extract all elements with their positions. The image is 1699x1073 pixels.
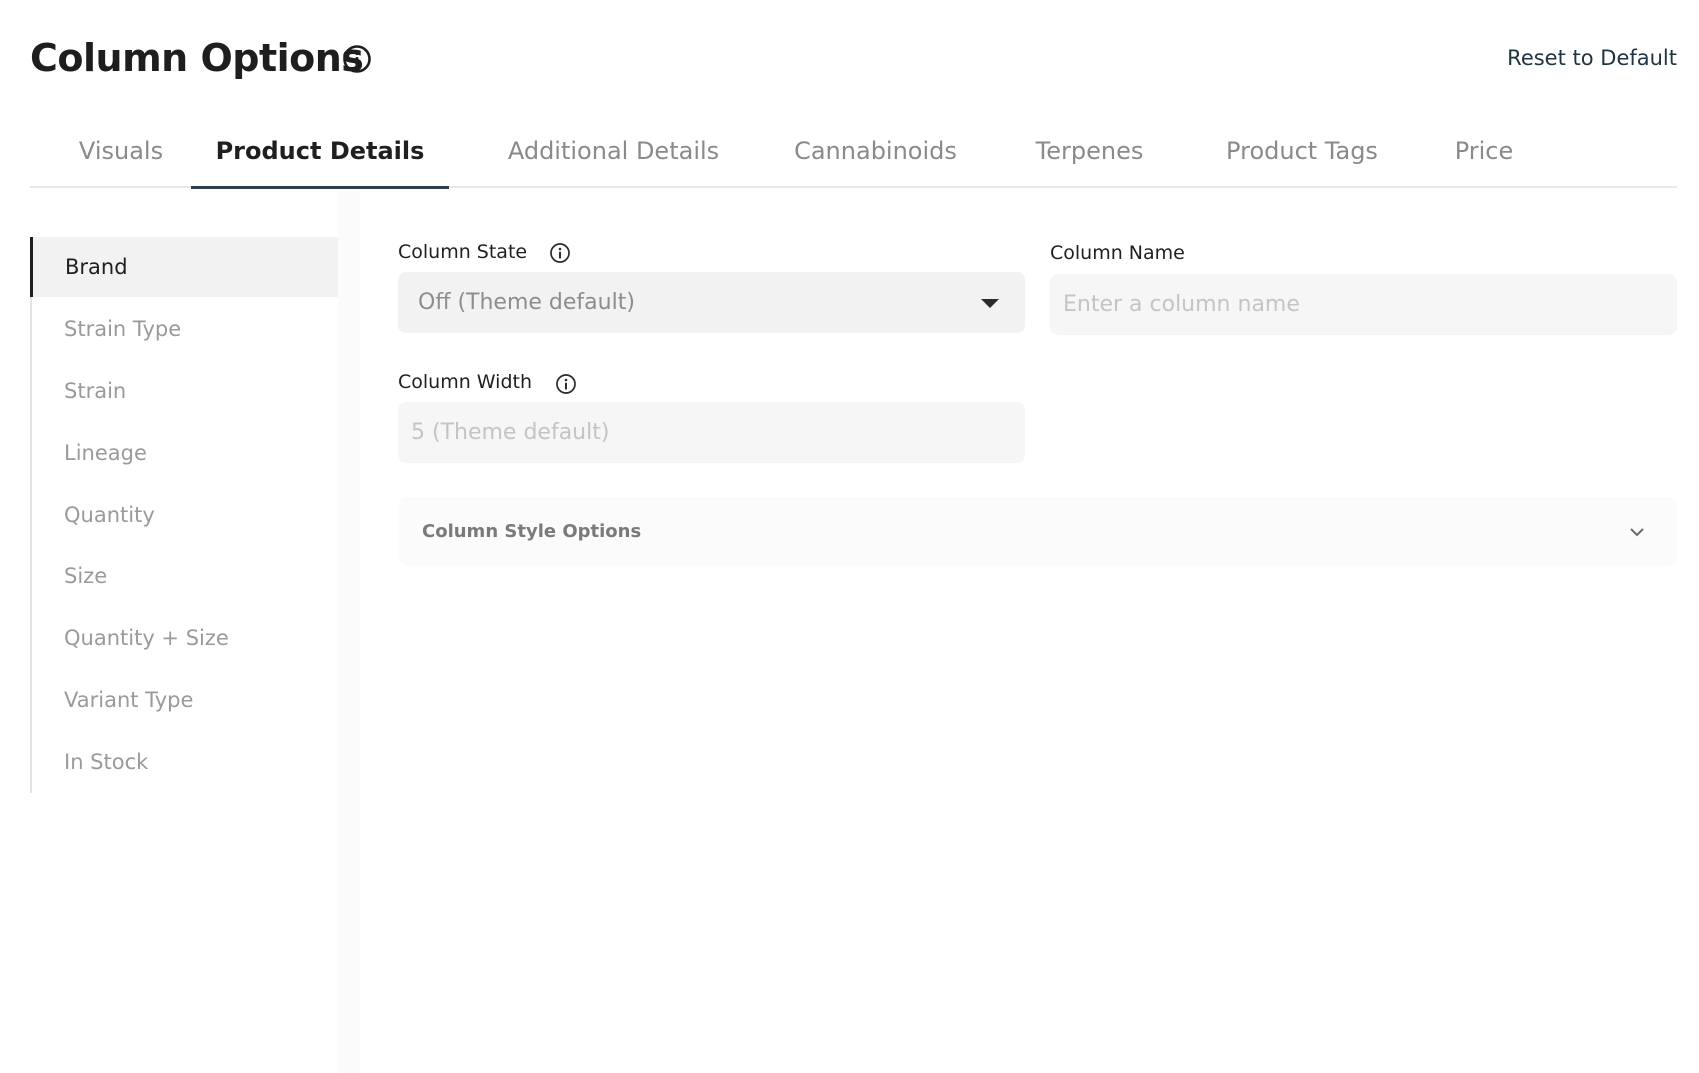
tab-price[interactable]: Price: [1436, 118, 1532, 188]
column-style-options-accordion[interactable]: Column Style Options: [398, 497, 1677, 566]
column-name-label: Column Name: [1050, 242, 1185, 264]
sidebar-item-brand[interactable]: Brand: [30, 237, 338, 297]
info-circle-icon[interactable]: [549, 242, 571, 264]
column-width-input[interactable]: [398, 402, 1025, 463]
tab-cannabinoids[interactable]: Cannabinoids: [774, 118, 977, 188]
sidebar-item-strain-type[interactable]: Strain Type: [32, 299, 340, 359]
sidebar-scroll-track: [338, 192, 360, 1073]
tab-product-tags[interactable]: Product Tags: [1201, 118, 1403, 188]
tab-additional-details[interactable]: Additional Details: [481, 118, 746, 188]
category-tabs: Visuals Product Details Additional Detai…: [30, 118, 1677, 189]
column-state-select[interactable]: Off (Theme default): [398, 272, 1025, 333]
sidebar-item-quantity-size[interactable]: Quantity + Size: [32, 608, 340, 668]
sidebar-item-variant-type[interactable]: Variant Type: [32, 670, 340, 730]
page-title: Column Options: [30, 36, 364, 80]
chevron-down-icon: [1630, 528, 1644, 537]
sidebar-item-quantity[interactable]: Quantity: [32, 485, 340, 545]
sidebar-item-lineage[interactable]: Lineage: [32, 423, 340, 483]
reset-to-default-link[interactable]: Reset to Default: [1507, 44, 1677, 72]
sidebar-item-size[interactable]: Size: [32, 546, 340, 606]
column-name-input[interactable]: [1050, 274, 1677, 335]
column-width-label: Column Width: [398, 371, 533, 393]
sidebar-item-in-stock[interactable]: In Stock: [32, 732, 340, 792]
sidebar-item-strain[interactable]: Strain: [32, 361, 340, 421]
tab-visuals[interactable]: Visuals: [66, 118, 176, 188]
column-state-value: Off (Theme default): [418, 290, 635, 315]
caret-down-icon: [981, 299, 999, 308]
page-header: Column Options Reset to Default: [30, 30, 1677, 86]
info-circle-icon[interactable]: [342, 44, 372, 74]
column-state-label: Column State: [398, 241, 528, 263]
accordion-title: Column Style Options: [422, 521, 642, 542]
info-circle-icon[interactable]: [555, 373, 577, 395]
tab-terpenes[interactable]: Terpenes: [1011, 118, 1168, 188]
tab-product-details[interactable]: Product Details: [191, 118, 449, 189]
column-sidebar: Brand Strain Type Strain Lineage Quantit…: [30, 237, 338, 793]
